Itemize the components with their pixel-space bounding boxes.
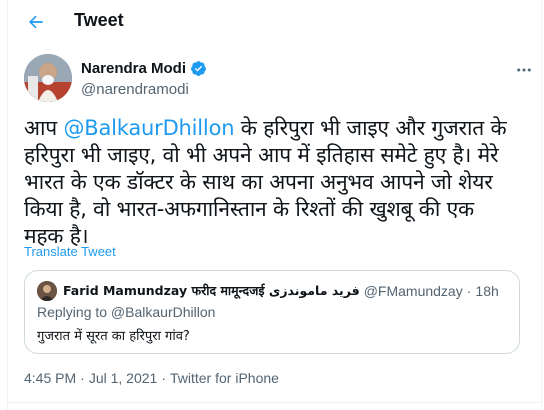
author-handle[interactable]: @narendramodi (81, 81, 189, 98)
tweet-metadata: 4:45 PM · Jul 1, 2021 · Twitter for iPho… (24, 370, 279, 386)
quote-text: गुजरात में सूरत का हरिपुरा गांव? (37, 329, 190, 344)
separator-dot: · (161, 370, 166, 386)
tweet-time[interactable]: 4:45 PM (24, 370, 76, 386)
separator-dot: · (466, 282, 472, 299)
author-name-row[interactable]: Narendra Modi (81, 60, 207, 77)
author-name[interactable]: Narendra Modi (81, 60, 186, 77)
tweet-line-4: किया है, वो भारत-अफगानिस्तान के रिश्तों … (24, 197, 474, 221)
tweet-date[interactable]: Jul 1, 2021 (89, 370, 158, 386)
quote-author-name[interactable]: Farid Mamundzay फरीद मामून्दजई فرید مامو… (63, 282, 360, 299)
tweet-source[interactable]: Twitter for iPhone (170, 370, 279, 386)
quoted-tweet[interactable]: Farid Mamundzay फरीद मामून्दजई فرید مامو… (24, 270, 520, 354)
tweet-author: Narendra Modi @narendramodi (24, 54, 534, 104)
quote-time[interactable]: 18h (475, 283, 498, 299)
quote-author-handle[interactable]: @FMamundzay (364, 283, 463, 299)
more-horizontal-icon (517, 68, 531, 72)
avatar-image (24, 54, 72, 102)
verified-badge-icon (191, 61, 206, 76)
tweet-line-3: भारत के एक डॉक्टर के साथ का अपना अनुभव आ… (24, 170, 493, 194)
translate-tweet-link[interactable]: Translate Tweet (24, 244, 116, 259)
separator-dot: · (80, 370, 85, 386)
tweet-text-segment: के हरिपुरा भी जाइए और गुजरात के (234, 116, 507, 140)
quote-header: Farid Mamundzay फरीद मामून्दजई فرید مامو… (63, 282, 499, 299)
mention-link[interactable]: @BalkaurDhillon (63, 116, 234, 140)
page-title: Tweet (74, 10, 124, 30)
tweet-line-1: आप @BalkaurDhillon के हरिपुरा भी जाइए और… (24, 115, 524, 142)
avatar[interactable] (24, 54, 72, 102)
tweet-text: आप @BalkaurDhillon के हरिपुरा भी जाइए और… (24, 115, 524, 250)
tweet-page: Tweet Narendra Modi @narendramodi आप @Ba… (7, 0, 542, 410)
more-button[interactable] (514, 60, 534, 80)
back-button[interactable] (24, 10, 48, 34)
divider (8, 402, 541, 403)
quote-avatar-image (37, 281, 57, 301)
quote-avatar[interactable] (37, 281, 57, 301)
arrow-left-icon (29, 15, 43, 29)
replying-to: Replying to @BalkaurDhillon (37, 304, 216, 320)
tweet-line-2: हरिपुरा भी जाइए, वो भी अपने आप में इतिहा… (24, 143, 499, 167)
tweet-text-segment: आप (24, 116, 64, 140)
page-header: Tweet (8, 0, 541, 44)
